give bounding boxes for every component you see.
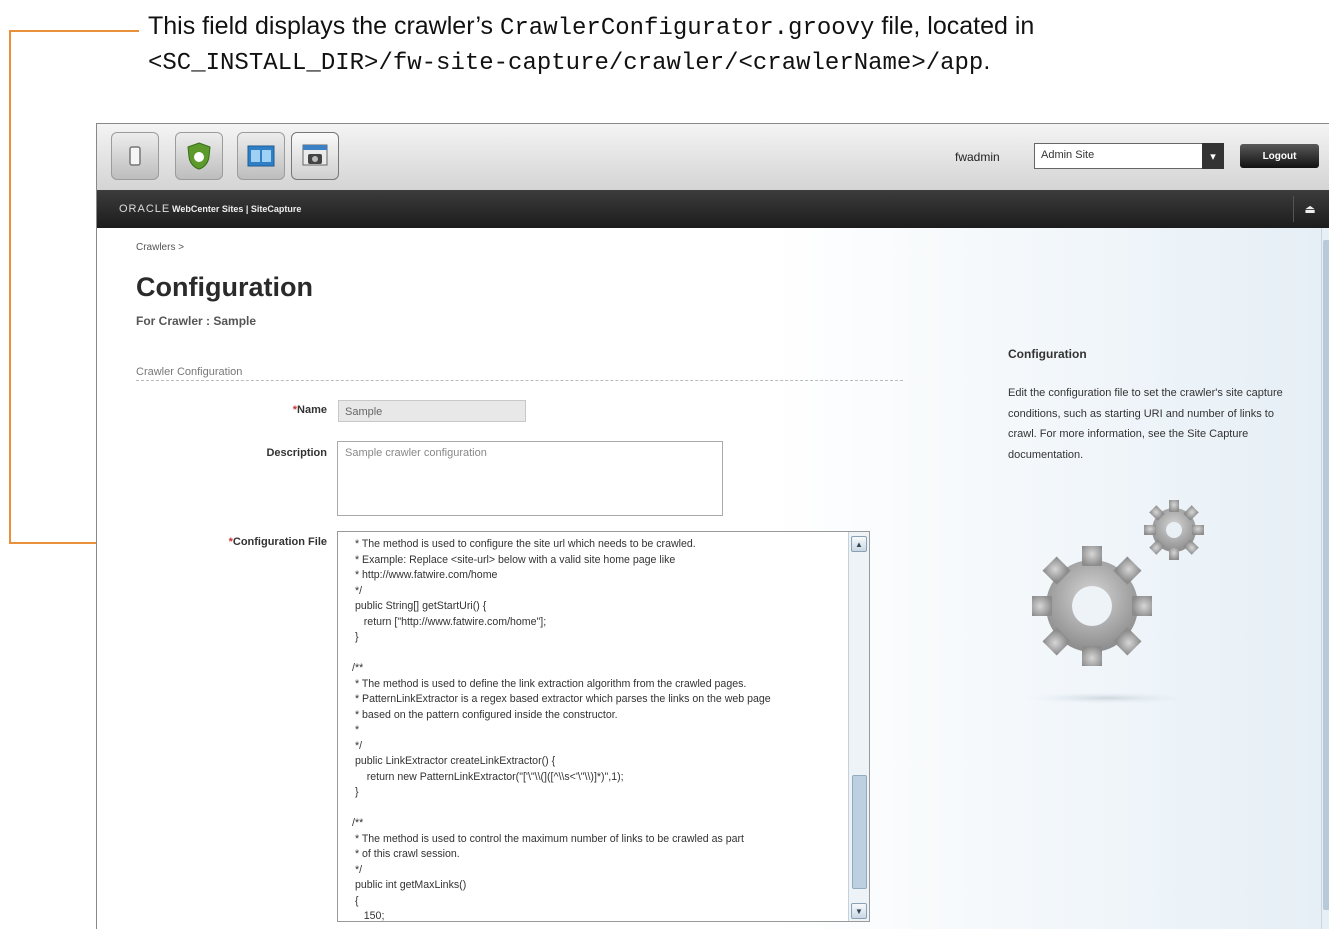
product-name: WebCenter Sites | SiteCapture — [172, 204, 302, 214]
chevron-down-icon[interactable]: ▾ — [1202, 143, 1224, 169]
app-window: fwadmin Admin Site ▾ Logout ORACLE WebCe… — [96, 123, 1329, 929]
logout-button[interactable]: Logout — [1240, 144, 1319, 168]
callout-suffix: . — [983, 47, 991, 75]
username: fwadmin — [955, 150, 1000, 164]
site-capture-app-icon[interactable] — [291, 132, 339, 180]
help-title: Configuration — [1008, 347, 1087, 361]
editor-scrollbar[interactable]: ▲ ▼ — [848, 532, 869, 921]
config-file-editor[interactable]: * The method is used to configure the si… — [337, 531, 870, 922]
description-field[interactable]: Sample crawler configuration — [337, 441, 723, 516]
main-content: Crawlers > Configuration For Crawler : S… — [97, 228, 1321, 929]
page-title: Configuration — [136, 272, 313, 302]
callout-line-vertical — [9, 30, 11, 544]
config-file-text[interactable]: * The method is used to configure the si… — [338, 532, 862, 921]
name-label: *Name — [292, 404, 327, 416]
section-label: Crawler Configuration — [136, 366, 243, 378]
callout-path: <SC_INSTALL_DIR>/fw-site-capture/crawler… — [148, 50, 984, 77]
section-divider — [136, 380, 903, 381]
power-app-icon[interactable] — [111, 132, 159, 180]
help-text: Edit the configuration file to set the c… — [1008, 387, 1283, 461]
oracle-logo: ORACLE — [119, 203, 171, 215]
scroll-thumb[interactable] — [852, 775, 867, 889]
breadcrumb[interactable]: Crawlers > — [136, 242, 184, 253]
collapse-icon[interactable]: ⏏ — [1293, 196, 1326, 222]
scroll-down-icon[interactable]: ▼ — [851, 903, 867, 919]
site-select-value: Admin Site — [1041, 149, 1095, 161]
page-subtitle: For Crawler : Sample — [136, 314, 257, 328]
dashboard-app-icon[interactable] — [237, 132, 285, 180]
config-file-label: *Configuration File — [228, 536, 327, 548]
name-field: Sample — [338, 400, 526, 422]
site-select[interactable]: Admin Site ▾ — [1034, 143, 1224, 169]
brand-bar: ORACLE WebCenter Sites | SiteCapture ⏏ — [97, 190, 1329, 228]
callout-text: This field displays the crawler’s Crawle… — [148, 10, 1318, 80]
callout-prefix: This field displays the crawler’s — [148, 12, 500, 40]
callout-filename: CrawlerConfigurator.groovy — [500, 15, 875, 42]
page-scrollbar[interactable] — [1321, 228, 1329, 929]
page-scroll-thumb[interactable] — [1323, 240, 1329, 910]
shield-app-icon[interactable] — [175, 132, 223, 180]
scroll-up-icon[interactable]: ▲ — [851, 536, 867, 552]
gears-icon — [1022, 500, 1204, 704]
description-label: Description — [266, 447, 327, 459]
callout-line-top — [9, 30, 139, 32]
top-bar: fwadmin Admin Site ▾ Logout — [97, 124, 1329, 191]
callout-middle: file, located in — [874, 12, 1035, 40]
